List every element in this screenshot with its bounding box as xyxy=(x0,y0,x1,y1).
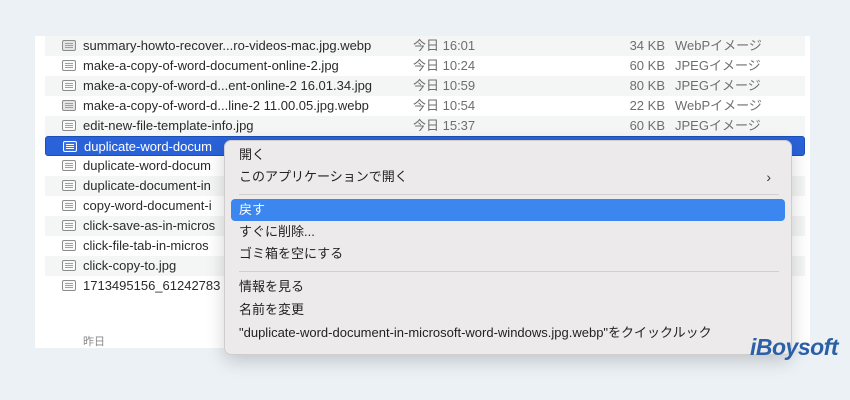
image-file-icon xyxy=(62,220,76,231)
image-file-icon xyxy=(62,180,76,191)
menu-item-rename[interactable]: 名前を変更 xyxy=(231,299,785,321)
menu-item-put-back[interactable]: 戻す xyxy=(231,199,785,221)
file-kind: JPEGイメージ xyxy=(675,58,761,73)
menu-item-open-with[interactable]: このアプリケーションで開く › xyxy=(231,166,785,188)
file-row[interactable]: make-a-copy-of-word-document-online-2.jp… xyxy=(45,56,805,76)
file-name: summary-howto-recover...ro-videos-mac.jp… xyxy=(83,38,372,53)
file-row[interactable]: summary-howto-recover...ro-videos-mac.jp… xyxy=(45,36,805,56)
context-menu: 開く このアプリケーションで開く › 戻す すぐに削除... ゴミ箱を空にする … xyxy=(224,140,792,355)
menu-item-label: このアプリケーションで開く xyxy=(239,169,408,184)
file-size: 22 KB xyxy=(629,98,665,113)
webp-file-icon xyxy=(62,100,76,111)
menu-item-empty-trash[interactable]: ゴミ箱を空にする xyxy=(231,243,785,265)
menu-separator xyxy=(239,194,779,195)
chevron-right-icon: › xyxy=(766,169,771,185)
menu-item-open[interactable]: 開く xyxy=(231,144,785,166)
file-kind: WebPイメージ xyxy=(675,98,762,113)
file-size: 80 KB xyxy=(629,78,665,93)
file-size: 60 KB xyxy=(629,58,665,73)
file-name: edit-new-file-template-info.jpg xyxy=(83,118,254,133)
menu-separator xyxy=(239,271,779,272)
file-row[interactable]: make-a-copy-of-word-d...ent-online-2 16.… xyxy=(45,76,805,96)
file-date: 今日 10:54 xyxy=(413,98,476,113)
file-row[interactable]: make-a-copy-of-word-d...line-2 11.00.05.… xyxy=(45,96,805,116)
menu-item-get-info[interactable]: 情報を見る xyxy=(231,276,785,298)
file-kind: JPEGイメージ xyxy=(675,78,761,93)
image-file-icon xyxy=(62,160,76,171)
image-file-icon xyxy=(62,280,76,291)
image-file-icon xyxy=(62,60,76,71)
menu-item-quick-look[interactable]: "duplicate-word-document-in-microsoft-wo… xyxy=(231,322,785,344)
file-kind: WebPイメージ xyxy=(675,38,762,53)
file-name: make-a-copy-of-word-d...ent-online-2 16.… xyxy=(83,78,373,93)
file-name: make-a-copy-of-word-d...line-2 11.00.05.… xyxy=(83,98,369,113)
file-date: 今日 15:37 xyxy=(413,118,476,133)
menu-item-delete-immediately[interactable]: すぐに削除... xyxy=(231,221,785,243)
brand-logo: iBoysoft xyxy=(750,334,839,360)
file-date: 今日 10:24 xyxy=(413,58,476,73)
file-row[interactable]: edit-new-file-template-info.jpg 今日 15:37… xyxy=(45,116,805,136)
file-date: 今日 10:59 xyxy=(413,78,476,93)
image-file-icon xyxy=(62,200,76,211)
image-file-icon xyxy=(62,120,76,131)
file-name: make-a-copy-of-word-document-online-2.jp… xyxy=(83,58,339,73)
group-label-yesterday: 昨日 xyxy=(83,336,105,348)
image-file-icon xyxy=(63,141,77,152)
file-kind: JPEGイメージ xyxy=(675,118,761,133)
image-file-icon xyxy=(62,80,76,91)
file-size: 34 KB xyxy=(629,38,665,53)
file-date: 今日 16:01 xyxy=(413,38,476,53)
image-file-icon xyxy=(62,260,76,271)
image-file-icon xyxy=(62,240,76,251)
file-size: 60 KB xyxy=(629,118,665,133)
webp-file-icon xyxy=(62,40,76,51)
